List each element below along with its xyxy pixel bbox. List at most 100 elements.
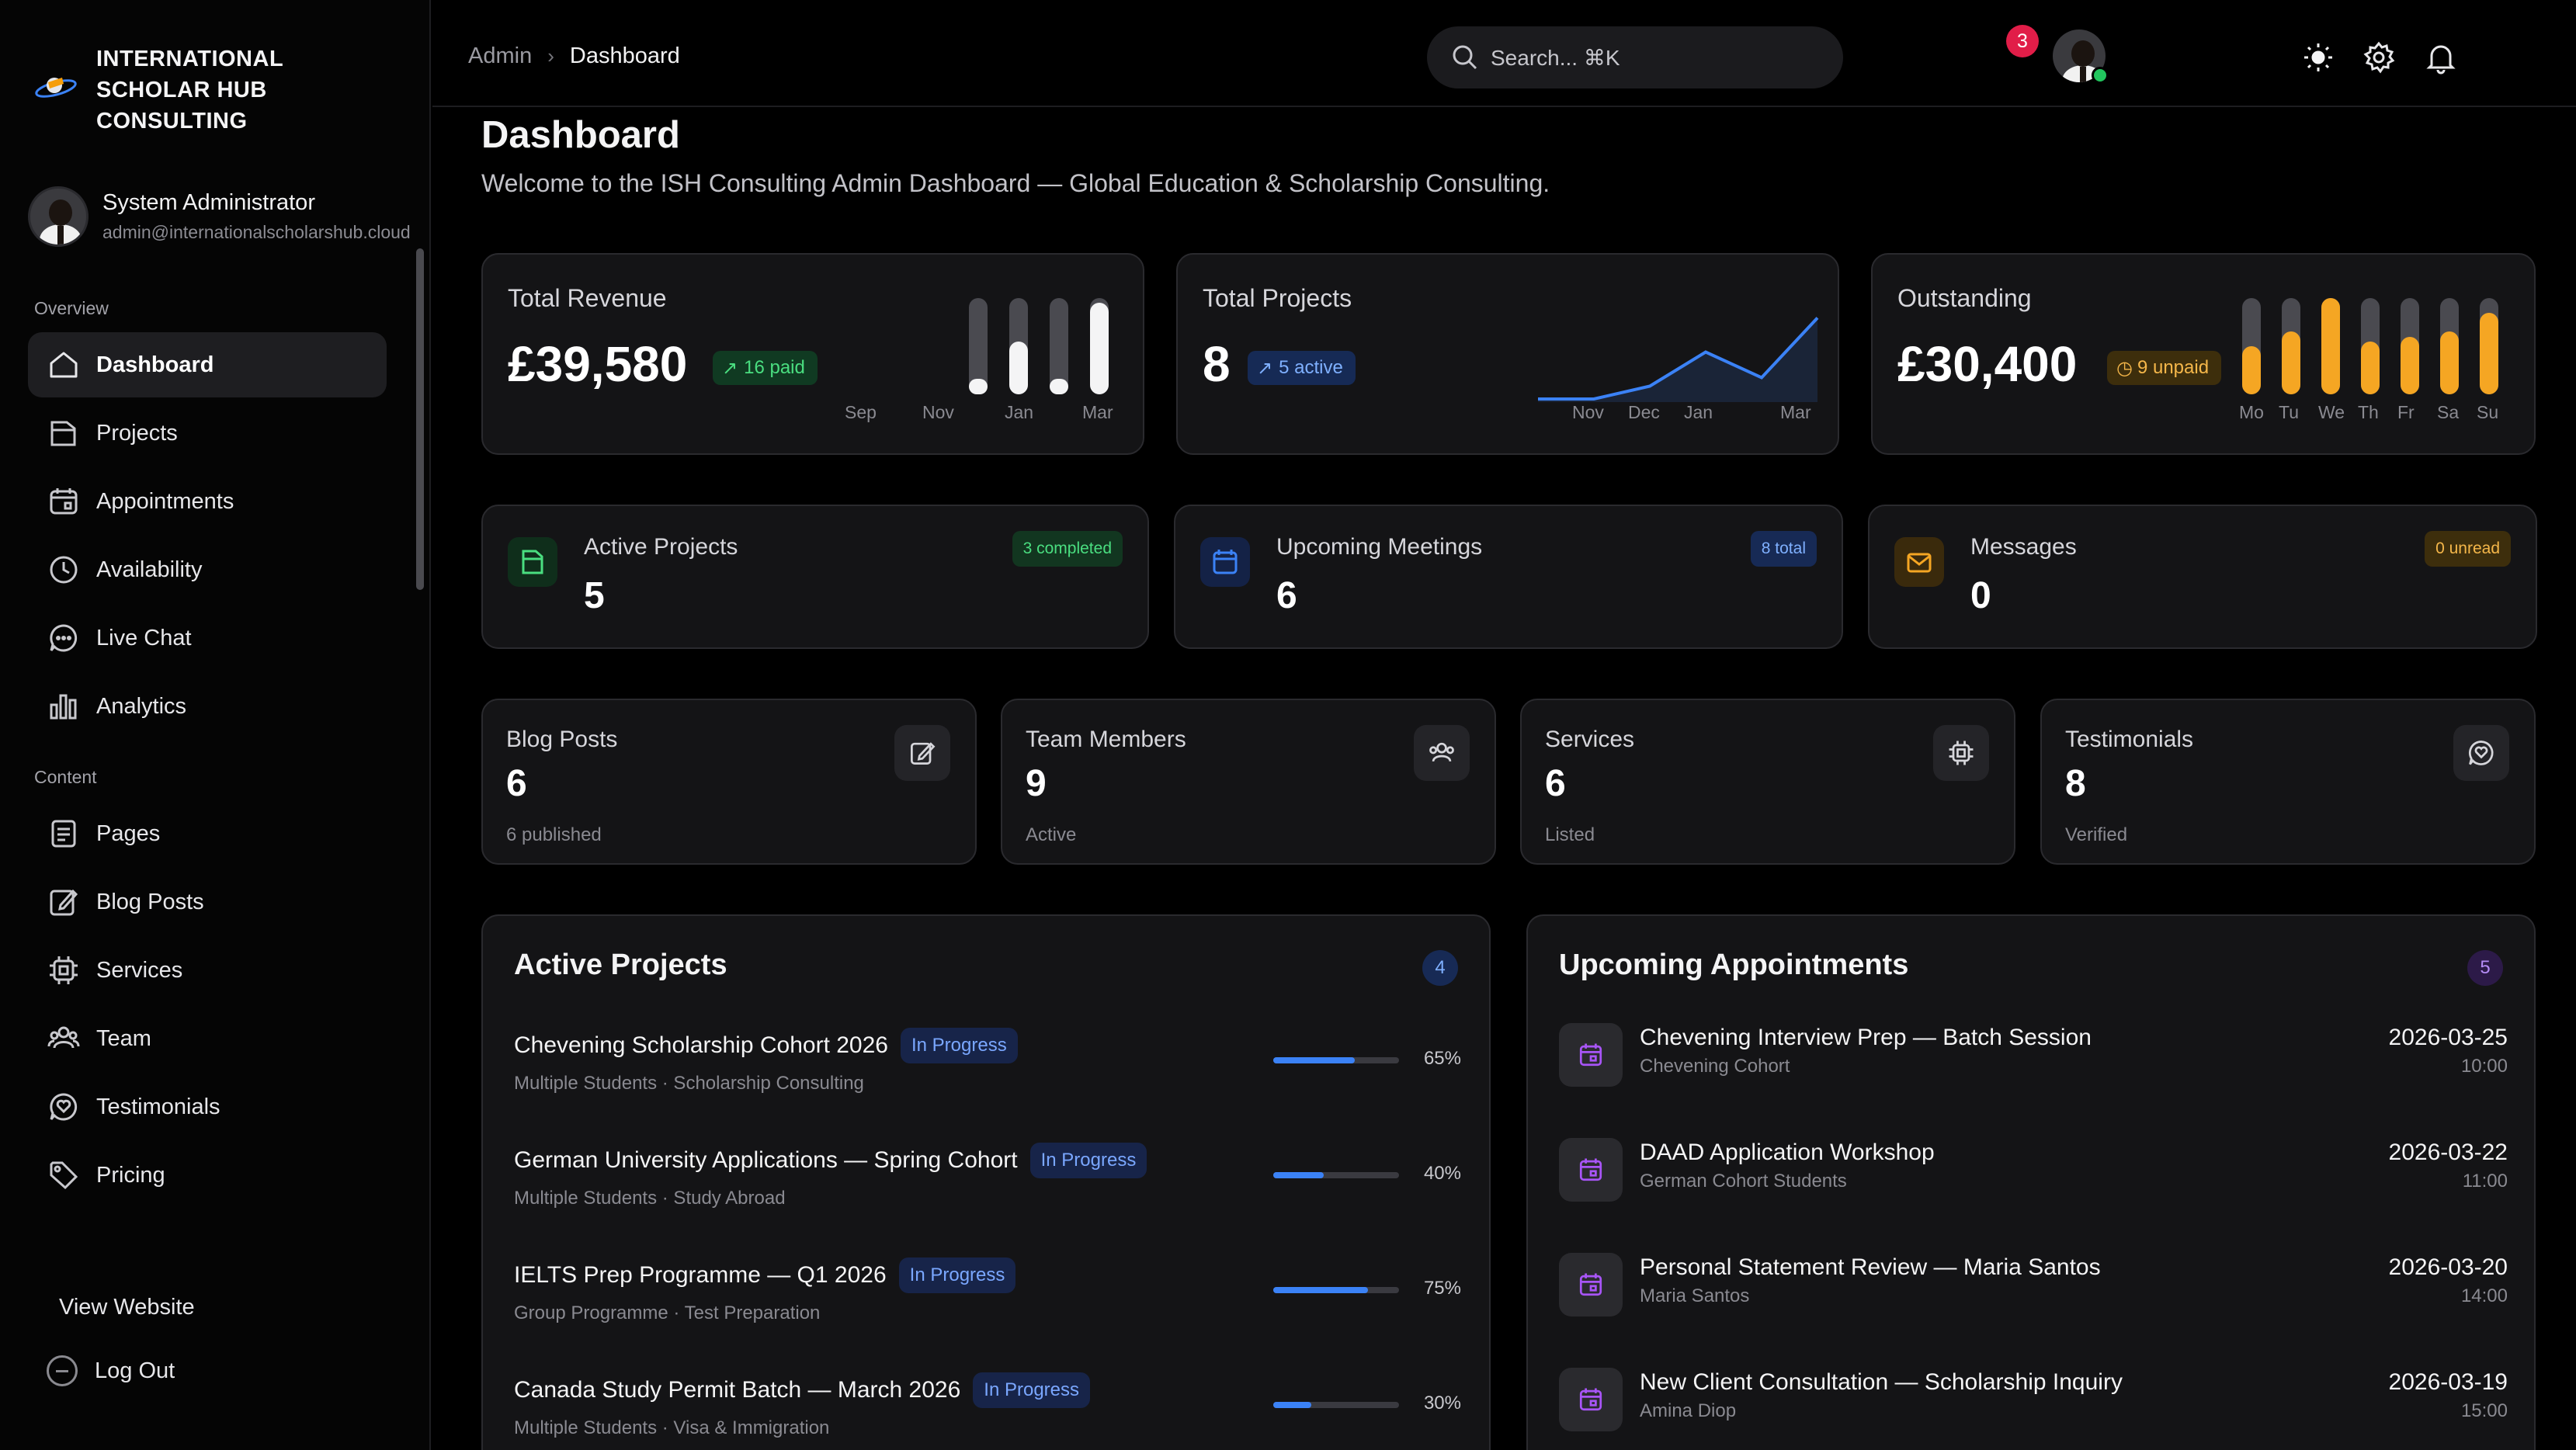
- sidebar-item-blog-posts[interactable]: Blog Posts: [28, 869, 387, 935]
- brand-name: INTERNATIONAL SCHOLAR HUB CONSULTING: [96, 47, 283, 134]
- heart-chat-icon: [2453, 725, 2509, 781]
- project-meta: Multiple Students · Visa & Immigration: [514, 1417, 830, 1438]
- sidebar-item-team[interactable]: Team: [28, 1006, 387, 1071]
- sidebar-item-dashboard[interactable]: Dashboard: [28, 332, 387, 397]
- count-badge: 4: [1422, 950, 1458, 986]
- user-email: admin@internationalscholarshub.cloud: [102, 222, 411, 242]
- gear-icon[interactable]: [2362, 40, 2396, 75]
- view-website-link[interactable]: View Website: [59, 1295, 195, 1320]
- mini-label: Jan: [1005, 402, 1034, 422]
- folder-icon: [508, 537, 557, 587]
- list-item[interactable]: DAAD Application Workshop German Cohort S…: [1559, 1138, 2508, 1247]
- sidebar-item-label: Dashboard: [96, 352, 214, 377]
- sidebar-item-availability[interactable]: Availability: [28, 537, 387, 602]
- calendar-icon: [1200, 537, 1250, 587]
- project-name: Chevening Scholarship Cohort 2026 In Prog…: [514, 1028, 1018, 1063]
- breadcrumb-admin[interactable]: Admin: [468, 43, 532, 69]
- stat-card-projects[interactable]: Total Projects 8 ↗ 5 active Nov Dec Jan …: [1176, 253, 1839, 455]
- summary-sub: 6 published: [506, 824, 602, 845]
- stat-card-revenue[interactable]: Total Revenue £39,580 ↗ 16 paid Sep Nov …: [481, 253, 1144, 455]
- sun-icon[interactable]: [2301, 40, 2335, 75]
- project-meta: Multiple Students · Scholarship Consulti…: [514, 1073, 864, 1094]
- summary-card-team-members[interactable]: Team Members 9 Active: [1001, 699, 1496, 865]
- mini-bar: [2242, 346, 2261, 394]
- upcoming-appointments-panel: Upcoming Appointments 5 Chevening Interv…: [1526, 914, 2536, 1450]
- summary-label: Blog Posts: [506, 727, 618, 752]
- sidebar-item-label: Services: [96, 957, 183, 983]
- bell-icon[interactable]: [2424, 40, 2458, 75]
- sidebar-item-label: Team: [96, 1025, 151, 1051]
- project-name: German University Applications — Spring …: [514, 1143, 1147, 1178]
- active-projects-panel: Active Projects 4 Chevening Scholarship …: [481, 914, 1491, 1450]
- stat-value: £30,400: [1897, 336, 2078, 392]
- mini-label: We: [2318, 402, 2345, 422]
- summary-card-services[interactable]: Services 6 Listed: [1520, 699, 2015, 865]
- mini-bar: [1090, 303, 1109, 394]
- metric-card-messages[interactable]: Messages 0 0 unread: [1868, 505, 2537, 649]
- table-row[interactable]: Canada Study Permit Batch — March 2026 In…: [514, 1372, 1461, 1450]
- app-root: INTERNATIONAL SCHOLAR HUB CONSULTING Sys…: [0, 0, 2576, 1450]
- summary-label: Testimonials: [2065, 727, 2194, 752]
- user-profile[interactable]: System Administrator admin@international…: [28, 186, 411, 247]
- project-meta: Multiple Students · Study Abroad: [514, 1188, 786, 1209]
- list-item[interactable]: New Client Consultation — Scholarship In…: [1559, 1368, 2508, 1450]
- mini-label: Jan: [1684, 402, 1713, 422]
- sidebar-scrollbar[interactable]: [416, 248, 424, 590]
- appointment-time: 11:00: [2462, 1171, 2508, 1192]
- sidebar-item-testimonials[interactable]: Testimonials: [28, 1074, 387, 1140]
- chat-icon: [50, 624, 78, 652]
- metric-value: 0: [1970, 575, 1991, 616]
- appointment-time: 14:00: [2460, 1285, 2508, 1306]
- list-item[interactable]: Chevening Interview Prep — Batch Session…: [1559, 1023, 2508, 1132]
- summary-value: 6: [506, 763, 527, 804]
- sidebar-item-projects[interactable]: Projects: [28, 401, 387, 466]
- metric-card-active-projects[interactable]: Active Projects 5 3 completed: [481, 505, 1149, 649]
- mini-label: Tu: [2279, 402, 2299, 422]
- document-icon: [51, 820, 76, 848]
- sidebar-item-pages[interactable]: Pages: [28, 801, 387, 866]
- breadcrumb-current: Dashboard: [569, 43, 680, 68]
- summary-label: Services: [1545, 727, 1635, 752]
- summary-sub: Listed: [1545, 824, 1595, 845]
- appointment-title: Personal Statement Review — Maria Santos: [1640, 1254, 2101, 1280]
- metric-label: Messages: [1970, 534, 2077, 560]
- user-name: System Administrator: [102, 190, 315, 215]
- clock-icon: ◷: [2116, 357, 2133, 379]
- mini-bar: [2361, 341, 2380, 394]
- metric-tag: 8 total: [1750, 531, 1817, 567]
- stat-card-outstanding[interactable]: Outstanding £30,400 ◷ 9 unpaid Mo Tu We Th F…: [1871, 253, 2536, 455]
- sidebar-item-label: Live Chat: [96, 625, 192, 650]
- sidebar-item-label: Pricing: [96, 1162, 165, 1188]
- sidebar-item-analytics[interactable]: Analytics: [28, 674, 387, 739]
- summary-card-blog-posts[interactable]: Blog Posts 6 6 published: [481, 699, 977, 865]
- sidebar-item-live-chat[interactable]: Live Chat: [28, 605, 387, 671]
- progress-fill: [1273, 1287, 1368, 1293]
- status-badge: In Progress: [898, 1257, 1016, 1293]
- list-item[interactable]: Personal Statement Review — Maria Santos…: [1559, 1253, 2508, 1362]
- section-content-label: Content: [34, 767, 97, 787]
- mini-label: Mo: [2239, 402, 2264, 422]
- sidebar-item-appointments[interactable]: Appointments: [28, 469, 387, 534]
- logout-button[interactable]: Log Out: [47, 1355, 175, 1386]
- sidebar-item-pricing[interactable]: Pricing: [28, 1143, 387, 1208]
- profile-menu-button[interactable]: [2053, 29, 2109, 84]
- edit-icon: [50, 889, 78, 916]
- summary-value: 6: [1545, 763, 1566, 804]
- metric-card-upcoming-meetings[interactable]: Upcoming Meetings 6 8 total: [1174, 505, 1843, 649]
- page-subtitle: Welcome to the ISH Consulting Admin Dash…: [481, 169, 1550, 197]
- table-row[interactable]: IELTS Prep Programme — Q1 2026 In Progres…: [514, 1257, 1461, 1366]
- panel-title: Upcoming Appointments: [1559, 949, 1909, 981]
- status-badge: In Progress: [973, 1372, 1091, 1408]
- bar-chart-icon: [50, 694, 77, 720]
- project-meta: Group Programme · Test Preparation: [514, 1303, 821, 1323]
- search-input[interactable]: Search... ⌘K: [1427, 26, 1843, 88]
- calendar-icon: [1559, 1023, 1623, 1087]
- sidebar-item-label: Analytics: [96, 693, 187, 719]
- table-row[interactable]: German University Applications — Spring …: [514, 1143, 1461, 1251]
- status-badge: In Progress: [1029, 1143, 1147, 1178]
- sidebar-item-services[interactable]: Services: [28, 938, 387, 1003]
- brand[interactable]: INTERNATIONAL SCHOLAR HUB CONSULTING: [31, 43, 329, 137]
- summary-card-testimonials[interactable]: Testimonials 8 Verified: [2040, 699, 2536, 865]
- appointment-client: Chevening Cohort: [1640, 1056, 1790, 1077]
- table-row[interactable]: Chevening Scholarship Cohort 2026 In Prog…: [514, 1028, 1461, 1136]
